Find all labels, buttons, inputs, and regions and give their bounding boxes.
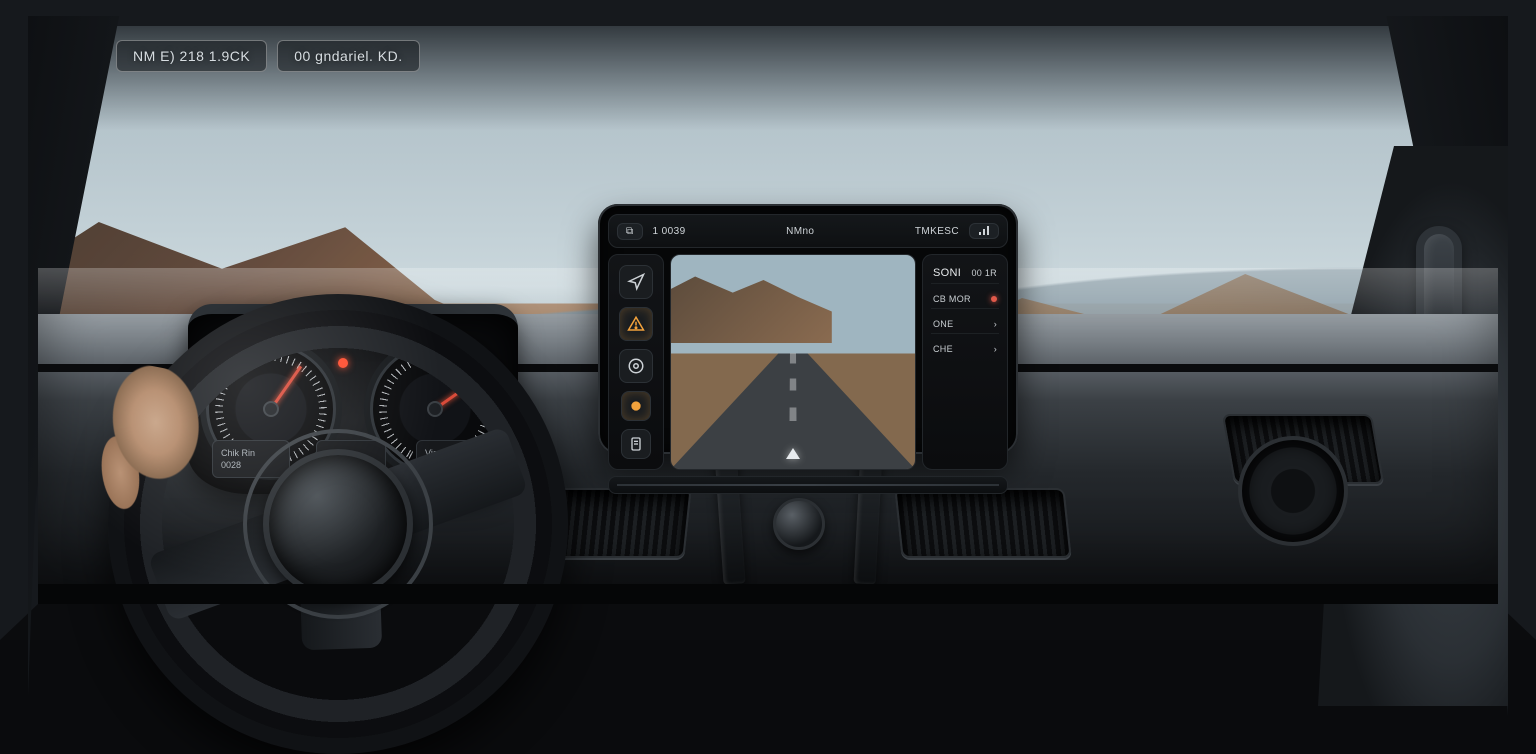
info-row[interactable]: CB MOR [931, 290, 999, 309]
hud-overlay: NM E) 218 1.9CK 00 gndariel. KD. [116, 40, 420, 72]
hazard-icon[interactable] [621, 391, 651, 421]
topbar-label-2: NMno [786, 226, 814, 237]
alert-icon[interactable] [619, 307, 653, 341]
info-label: CHE [933, 344, 953, 354]
frame-bottom [38, 584, 1498, 604]
settings-icon[interactable] [621, 429, 651, 459]
camera-mountain [670, 273, 832, 343]
camera-lane [789, 353, 796, 432]
info-value: 00 1R [971, 268, 997, 278]
chevron-right-icon: › [994, 344, 997, 354]
direction-arrow-icon [786, 448, 800, 459]
chevron-right-icon: › [994, 319, 997, 329]
climate-knob[interactable] [773, 498, 825, 550]
media-icon[interactable] [619, 349, 653, 383]
screen-sidebar [608, 254, 664, 470]
screen-scrubber[interactable] [608, 476, 1008, 494]
infotainment-screen[interactable]: ⧉ 1 0039 NMno TMKESC [598, 204, 1018, 454]
wheel-highlight [108, 294, 568, 754]
screen-topbar: ⧉ 1 0039 NMno TMKESC [608, 214, 1008, 248]
info-label: ONE [933, 319, 953, 329]
nav-icon[interactable] [619, 265, 653, 299]
dash-speaker [1238, 436, 1348, 546]
screen-info-column: SONI 00 1R CB MOR ONE › CHE › [922, 254, 1008, 470]
air-vent-center-right[interactable] [894, 488, 1071, 558]
topbar-label-3: TMKESC [915, 226, 959, 237]
info-label: SONI [933, 267, 961, 279]
status-dot-icon [991, 296, 997, 302]
hud-pill-left: NM E) 218 1.9CK [116, 40, 267, 72]
topbar-label-1: 1 0039 [653, 226, 686, 237]
app-frame: NM E) 218 1.9CK 00 gndariel. KD. Chik Ri… [0, 0, 1536, 640]
info-row[interactable]: CHE › [931, 340, 999, 358]
topbar-mode-icon[interactable]: ⧉ [617, 223, 643, 240]
hud-pill-right: 00 gndariel. KD. [277, 40, 419, 72]
camera-view[interactable] [670, 254, 916, 470]
info-row[interactable]: ONE › [931, 315, 999, 334]
info-label: CB MOR [933, 294, 971, 304]
info-row[interactable]: SONI 00 1R [931, 263, 999, 284]
steering-wheel[interactable] [108, 294, 568, 754]
topbar-status-icon[interactable] [969, 223, 999, 239]
